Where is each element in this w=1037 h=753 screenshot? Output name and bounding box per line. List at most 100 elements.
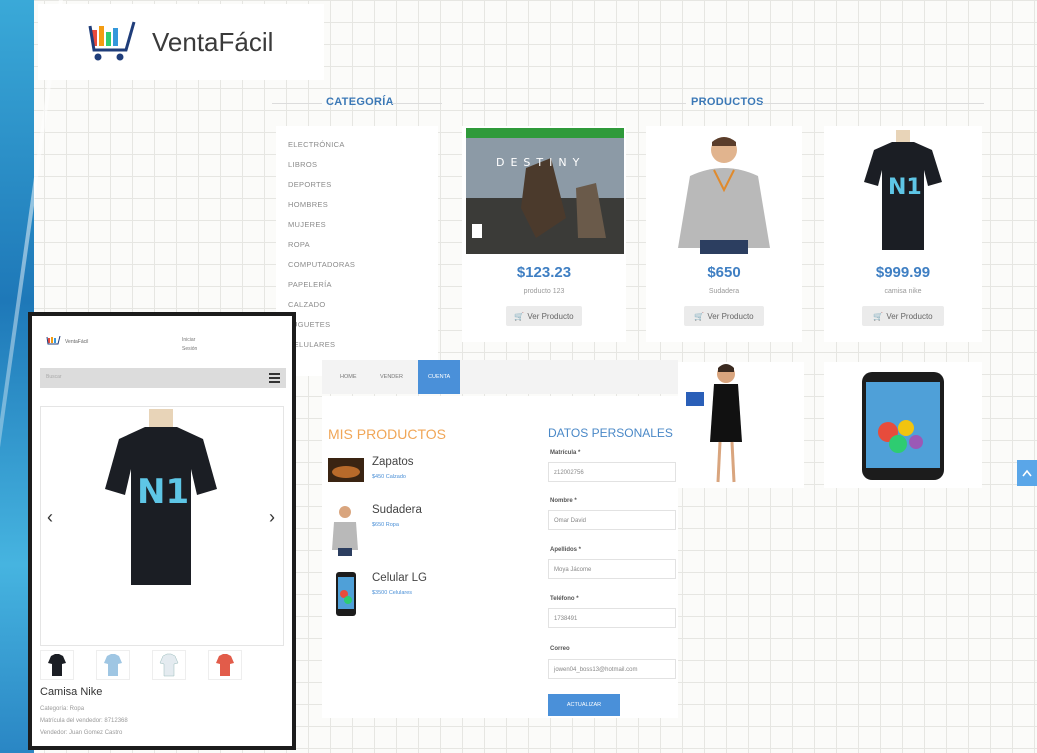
game-cover-image[interactable]: DESTINY xyxy=(466,128,624,254)
login-line-2: Sesión xyxy=(182,346,198,352)
product-card: $650 Sudadera 🛒 Ver Producto xyxy=(646,126,802,342)
view-product-button[interactable]: 🛒 Ver Producto xyxy=(684,306,764,326)
product-name: Sudadera xyxy=(708,288,740,295)
cart-icon: 🛒 xyxy=(694,311,705,321)
category-item[interactable]: DEPORTES xyxy=(288,180,438,200)
category-item[interactable]: PAPELERÍA xyxy=(288,280,438,300)
login-line-1: Iniciar xyxy=(182,337,196,343)
nike-shirt-image[interactable]: N1 xyxy=(862,130,944,254)
apellidos-input[interactable]: Moya Jácome xyxy=(548,559,676,579)
shopping-cart-icon xyxy=(46,336,61,345)
cart-icon: 🛒 xyxy=(873,311,884,321)
products-title: PRODUCTOS xyxy=(691,96,764,108)
dress-image[interactable] xyxy=(682,362,762,488)
category-item[interactable]: HOMBRES xyxy=(288,200,438,220)
mobile-seller-name: Vendedor: Juan Gomez Castro xyxy=(40,730,123,736)
product-name: producto 123 xyxy=(523,288,565,295)
divider xyxy=(392,103,442,104)
category-item[interactable]: MUJERES xyxy=(288,220,438,240)
view-product-button[interactable]: 🛒 Ver Producto xyxy=(506,306,582,326)
category-item[interactable]: CELULARES xyxy=(288,340,438,360)
field-label-apellidos: Apellidos * xyxy=(550,547,582,553)
product-name: camisa nike xyxy=(884,288,922,295)
mobile-brand-name: VentaFácil xyxy=(65,339,89,345)
my-product-meta: $3500 Celulares xyxy=(372,590,413,596)
carousel-next-icon[interactable]: › xyxy=(269,507,275,528)
hoodie-image[interactable] xyxy=(660,130,788,254)
product-image-carousel: N1 ‹ › xyxy=(40,406,284,646)
correo-input[interactable]: jowen04_boss13@hotmail.com xyxy=(548,659,676,679)
thumbnail-white-shirt[interactable] xyxy=(152,650,186,680)
personal-data-title: DATOS PERSONALES xyxy=(548,426,673,440)
mobile-mockup-frame: VentaFácil Iniciar Sesión Buscar N1 ‹ › … xyxy=(28,312,296,750)
my-products-title: MIS PRODUCTOS xyxy=(328,426,446,442)
field-label-nombre: Nombre * xyxy=(550,498,577,504)
view-product-button[interactable]: 🛒 Ver Producto xyxy=(862,306,944,326)
mobile-product-title: Camisa Nike xyxy=(40,686,103,698)
product-card xyxy=(678,362,804,488)
view-product-label: Ver Producto xyxy=(886,311,933,321)
field-label-telefono: Teléfono * xyxy=(550,596,579,602)
category-item[interactable]: LIBROS xyxy=(288,160,438,180)
shopping-cart-icon xyxy=(88,21,136,61)
cart-icon: 🛒 xyxy=(514,311,525,321)
shirt-large-image: N1 xyxy=(105,409,217,585)
phone-thumbnail xyxy=(336,572,356,616)
my-product-meta: $650 Ropa xyxy=(372,522,399,528)
mobile-screen: VentaFácil Iniciar Sesión Buscar N1 ‹ › … xyxy=(32,316,292,746)
login-link[interactable]: Iniciar Sesión xyxy=(182,336,197,354)
brand-logo[interactable]: VentaFácil xyxy=(38,4,324,80)
thumbnail-blue-shirt[interactable] xyxy=(96,650,130,680)
category-item[interactable]: ELECTRÓNICA xyxy=(288,140,438,160)
product-price: $999.99 xyxy=(875,264,931,281)
update-button[interactable]: ACTUALIZAR xyxy=(548,694,620,716)
nav-sell[interactable]: VENDER xyxy=(380,360,403,394)
nav-home[interactable]: HOME xyxy=(340,360,357,394)
svg-text:DESTINY: DESTINY xyxy=(496,156,585,169)
product-card: N1 $999.99 camisa nike 🛒 Ver Producto xyxy=(824,126,982,342)
category-item[interactable]: ROPA xyxy=(288,240,438,260)
thumbnail-black-shirt[interactable] xyxy=(40,650,74,680)
category-list-panel: ELECTRÓNICA LIBROS DEPORTES HOMBRES MUJE… xyxy=(276,126,438,376)
brand-name: VentaFácil xyxy=(152,26,274,57)
scroll-to-top-button[interactable] xyxy=(1017,460,1037,486)
mobile-search-bar[interactable]: Buscar xyxy=(40,368,286,388)
divider xyxy=(762,103,984,104)
hoodie-thumbnail xyxy=(332,506,358,556)
category-item[interactable]: COMPUTADORAS xyxy=(288,260,438,280)
mobile-brand-logo[interactable]: VentaFácil xyxy=(46,336,88,348)
svg-text:N1: N1 xyxy=(137,472,189,512)
my-product-meta: $450 Calzado xyxy=(372,474,406,480)
view-product-label: Ver Producto xyxy=(707,311,754,321)
nombre-input[interactable]: Omar David xyxy=(548,510,676,530)
my-product-name: Celular LG xyxy=(372,572,427,584)
chevron-up-icon xyxy=(1022,469,1032,477)
search-hint: Buscar xyxy=(46,374,62,380)
carousel-prev-icon[interactable]: ‹ xyxy=(47,507,53,528)
category-item[interactable]: JUGUETES xyxy=(288,320,438,340)
divider xyxy=(272,103,322,104)
shoes-thumbnail xyxy=(328,458,364,482)
svg-text:N1: N1 xyxy=(888,175,922,200)
thumbnail-strip xyxy=(40,650,242,680)
my-product-name: Sudadera xyxy=(372,504,422,516)
field-label-correo: Correo xyxy=(550,646,570,652)
nav-account[interactable]: CUENTA xyxy=(418,360,461,394)
category-item[interactable]: CALZADO xyxy=(288,300,438,320)
mobile-product-category: Categoría: Ropa xyxy=(40,706,85,712)
telefono-input[interactable]: 1738491 xyxy=(548,608,676,628)
category-list: ELECTRÓNICA LIBROS DEPORTES HOMBRES MUJE… xyxy=(276,126,438,360)
divider xyxy=(462,103,686,104)
product-price: $650 xyxy=(707,264,741,281)
hamburger-menu-icon[interactable] xyxy=(269,373,280,385)
my-product-name: Zapatos xyxy=(372,456,414,468)
product-price: $123.23 xyxy=(516,264,572,281)
account-navbar: HOME VENDER CUENTA xyxy=(322,360,678,394)
thumbnail-red-shirt[interactable] xyxy=(208,650,242,680)
phone-product-image[interactable] xyxy=(858,372,948,480)
categories-title: CATEGORÍA xyxy=(326,96,394,108)
product-card xyxy=(824,362,982,488)
product-card: DESTINY $123.23 producto 123 🛒 Ver Produ… xyxy=(462,126,626,342)
account-panel: MIS PRODUCTOS DATOS PERSONALES Zapatos $… xyxy=(322,396,678,718)
matricula-input[interactable]: z12002756 xyxy=(548,462,676,482)
